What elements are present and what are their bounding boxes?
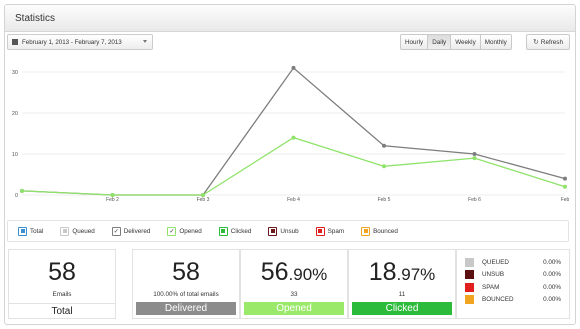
color-swatch bbox=[465, 257, 474, 267]
legend-item-clicked[interactable]: Clicked bbox=[218, 226, 252, 236]
x-tick-label: Feb 6 bbox=[468, 197, 481, 203]
legend-item-total[interactable]: Total bbox=[18, 226, 44, 236]
status-row-queued: QUEUED 0.00% bbox=[465, 256, 561, 269]
data-point bbox=[291, 65, 296, 70]
legend-item-spam[interactable]: Spam bbox=[315, 226, 345, 236]
checkbox-fill bbox=[363, 229, 368, 233]
checkbox-icon: ✓ bbox=[111, 226, 121, 236]
checkbox-fill bbox=[221, 229, 226, 233]
status-value: 0.00% bbox=[543, 283, 561, 291]
data-point bbox=[472, 152, 477, 156]
delivered-card: 58 100.00% of total emails Delivered bbox=[132, 249, 240, 319]
opened-sub: 33 bbox=[290, 291, 298, 298]
opened-card: 56.90% 33 Opened bbox=[240, 249, 348, 319]
legend-item-opened[interactable]: ✓ Opened bbox=[167, 226, 202, 236]
status-row-spam: SPAM 0.00% bbox=[465, 281, 561, 294]
status-label: SPAM bbox=[482, 283, 500, 291]
status-label: QUEUED bbox=[482, 258, 509, 266]
status-value: 0.00% bbox=[543, 258, 561, 266]
status-value: 0.00% bbox=[543, 271, 561, 279]
opened-label: Opened bbox=[244, 302, 344, 315]
legend-item-delivered[interactable]: ✓ Delivered bbox=[111, 226, 151, 236]
legend-label: Total bbox=[30, 227, 44, 235]
clicked-label: Clicked bbox=[352, 302, 452, 315]
checkbox-fill bbox=[20, 229, 25, 233]
x-tick-label: Feb 3 bbox=[197, 197, 210, 203]
checkbox-icon bbox=[361, 226, 371, 236]
legend-label: Queued bbox=[72, 227, 95, 235]
checkbox-fill bbox=[62, 229, 67, 233]
data-point bbox=[20, 188, 24, 193]
color-swatch bbox=[465, 282, 474, 292]
data-point bbox=[201, 193, 205, 197]
legend-label: Spam bbox=[327, 227, 345, 235]
clicked-card: 18.97% 11 Clicked bbox=[348, 249, 456, 319]
legend-label: Clicked bbox=[230, 227, 252, 235]
checkbox-icon bbox=[315, 226, 325, 236]
clicked-value-int: 18 bbox=[368, 258, 397, 286]
total-value: 58 bbox=[48, 258, 76, 286]
data-point bbox=[563, 184, 567, 189]
status-label: BOUNCED bbox=[482, 296, 514, 304]
color-swatch bbox=[465, 295, 474, 305]
x-tick-label: Feb 2 bbox=[106, 197, 119, 203]
data-point bbox=[563, 176, 567, 181]
status-breakdown: QUEUED 0.00% UNSUB 0.00% SPAM 0.00% BOUNCED… bbox=[456, 249, 570, 319]
statistics-line-chart: 0 10 20 30 Feb 2 Feb 3 Feb 4 Feb 5 Feb 6 Feb bbox=[12, 65, 570, 203]
legend-label: Unsub bbox=[280, 227, 299, 235]
checkbox-icon bbox=[268, 226, 278, 236]
series-line-0 bbox=[21, 66, 566, 196]
status-label: UNSUB bbox=[482, 271, 505, 279]
delivered-label: Delivered bbox=[136, 302, 236, 315]
chart-legend: Total Queued ✓ Delivered ✓ Opened Clicked … bbox=[7, 220, 569, 242]
legend-item-bounced[interactable]: Bounced bbox=[361, 226, 398, 236]
data-point bbox=[382, 164, 386, 169]
checkbox-fill bbox=[270, 229, 275, 233]
total-card: 58 Emails Total bbox=[8, 249, 116, 319]
checkbox-fill bbox=[318, 229, 323, 233]
legend-label: Opened bbox=[179, 227, 202, 235]
opened-value-dec: .90% bbox=[288, 265, 328, 284]
legend-item-unsub[interactable]: Unsub bbox=[268, 226, 299, 236]
total-sub: Emails bbox=[52, 291, 72, 298]
legend-label: Delivered bbox=[123, 227, 151, 235]
opened-value-int: 56 bbox=[260, 258, 289, 286]
y-tick-label: 0 bbox=[15, 193, 18, 199]
data-point bbox=[291, 135, 296, 140]
checkbox-icon bbox=[60, 226, 70, 236]
status-row-unsub: UNSUB 0.00% bbox=[465, 269, 561, 282]
total-label: Total bbox=[9, 303, 115, 318]
clicked-value: 18.97% bbox=[349, 258, 455, 289]
clicked-value-dec: .97% bbox=[396, 265, 436, 284]
status-value: 0.00% bbox=[543, 296, 561, 304]
data-point bbox=[382, 143, 386, 148]
opened-value: 56.90% bbox=[241, 258, 347, 289]
x-tick-label: Feb 5 bbox=[378, 197, 391, 203]
legend-label: Bounced bbox=[373, 227, 398, 235]
checkbox-icon bbox=[18, 226, 27, 236]
delivered-sub: 100.00% of total emails bbox=[153, 291, 219, 298]
x-tick-label: Feb 4 bbox=[287, 197, 300, 203]
y-tick-label: 30 bbox=[12, 70, 18, 76]
y-tick-label: 20 bbox=[12, 111, 18, 117]
legend-item-queued[interactable]: Queued bbox=[60, 226, 95, 236]
x-tick-label: Feb bbox=[561, 197, 570, 203]
checkbox-icon bbox=[218, 226, 228, 236]
data-point bbox=[472, 156, 477, 161]
delivered-value: 58 bbox=[172, 258, 200, 286]
series-line-1 bbox=[21, 136, 566, 196]
status-row-bounced: BOUNCED 0.00% bbox=[465, 294, 561, 307]
color-swatch bbox=[465, 270, 474, 280]
checkbox-icon: ✓ bbox=[167, 226, 177, 236]
data-point bbox=[110, 193, 115, 197]
y-tick-label: 10 bbox=[12, 152, 18, 158]
clicked-sub: 11 bbox=[398, 291, 406, 298]
